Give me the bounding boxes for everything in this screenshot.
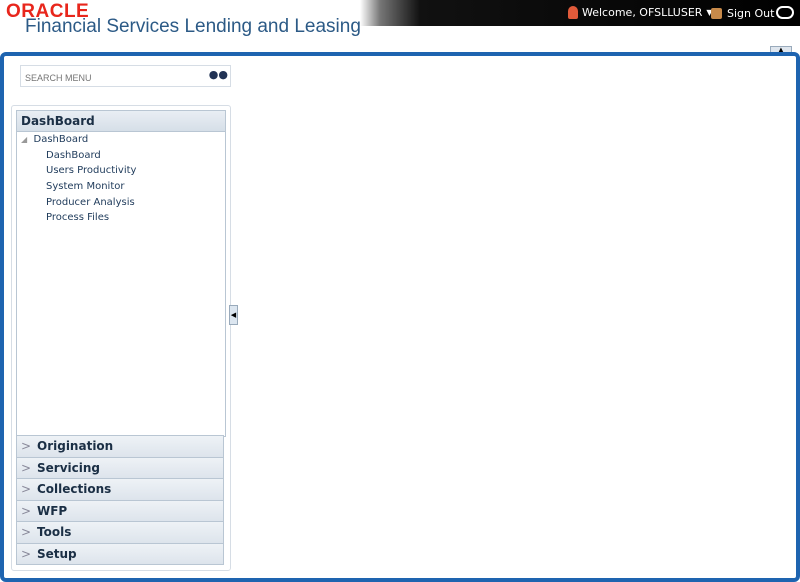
accordion-label: Setup (37, 546, 77, 561)
accordion-wfp[interactable]: > WFP (16, 500, 224, 522)
tree-root[interactable]: ◢ DashBoard (17, 132, 225, 148)
welcome-text: Welcome, OFSLLUSER (582, 6, 703, 19)
accordion-label: WFP (37, 503, 68, 518)
menu-accordion: > Origination > Servicing > Collections > WF… (16, 435, 224, 565)
chevron-right-icon: > (20, 503, 32, 518)
dashboard-section: DashBoard ◢ DashBoard DashBoard Users Pr… (16, 110, 226, 437)
accordion-servicing[interactable]: > Servicing (16, 457, 224, 479)
accordion-origination[interactable]: > Origination (16, 435, 224, 458)
chevron-right-icon: > (20, 525, 32, 540)
chevron-right-icon: > (20, 460, 32, 475)
tree-item-dashboard[interactable]: DashBoard (17, 148, 225, 164)
sign-out-label: Sign Out (727, 7, 775, 20)
dashboard-tree: ◢ DashBoard DashBoard Users Productivity… (17, 132, 225, 226)
tree-item-users-productivity[interactable]: Users Productivity (17, 163, 225, 179)
sign-out-icon (711, 8, 722, 19)
oracle-oval-icon (776, 6, 794, 19)
binoculars-icon[interactable]: ●● (209, 68, 228, 81)
tree-item-process-files[interactable]: Process Files (17, 210, 225, 226)
expanded-icon: ◢ (21, 135, 28, 144)
accordion-label: Tools (37, 525, 72, 540)
dashboard-header[interactable]: DashBoard (17, 111, 225, 132)
accordion-setup[interactable]: > Setup (16, 543, 224, 565)
search-input[interactable] (21, 69, 209, 87)
tree-root-label: DashBoard (33, 134, 89, 145)
accordion-collections[interactable]: > Collections (16, 479, 224, 501)
chevron-right-icon: > (20, 439, 32, 454)
tree-item-system-monitor[interactable]: System Monitor (17, 179, 225, 195)
app-title: Financial Services Lending and Leasing (25, 16, 361, 37)
sign-out-link[interactable]: Sign Out (711, 7, 774, 20)
accordion-label: Servicing (37, 460, 100, 475)
search-menu: ●● (20, 65, 231, 87)
chevron-right-icon: > (20, 546, 32, 561)
accordion-label: Collections (37, 482, 112, 497)
user-icon (568, 6, 578, 19)
accordion-label: Origination (37, 439, 114, 454)
user-menu[interactable]: Welcome, OFSLLUSER ▼ (568, 6, 713, 19)
chevron-right-icon: > (20, 482, 32, 497)
tree-item-producer-analysis[interactable]: Producer Analysis (17, 195, 225, 211)
collapse-panel-handle[interactable]: ◀ (229, 305, 238, 325)
accordion-tools[interactable]: > Tools (16, 522, 224, 544)
